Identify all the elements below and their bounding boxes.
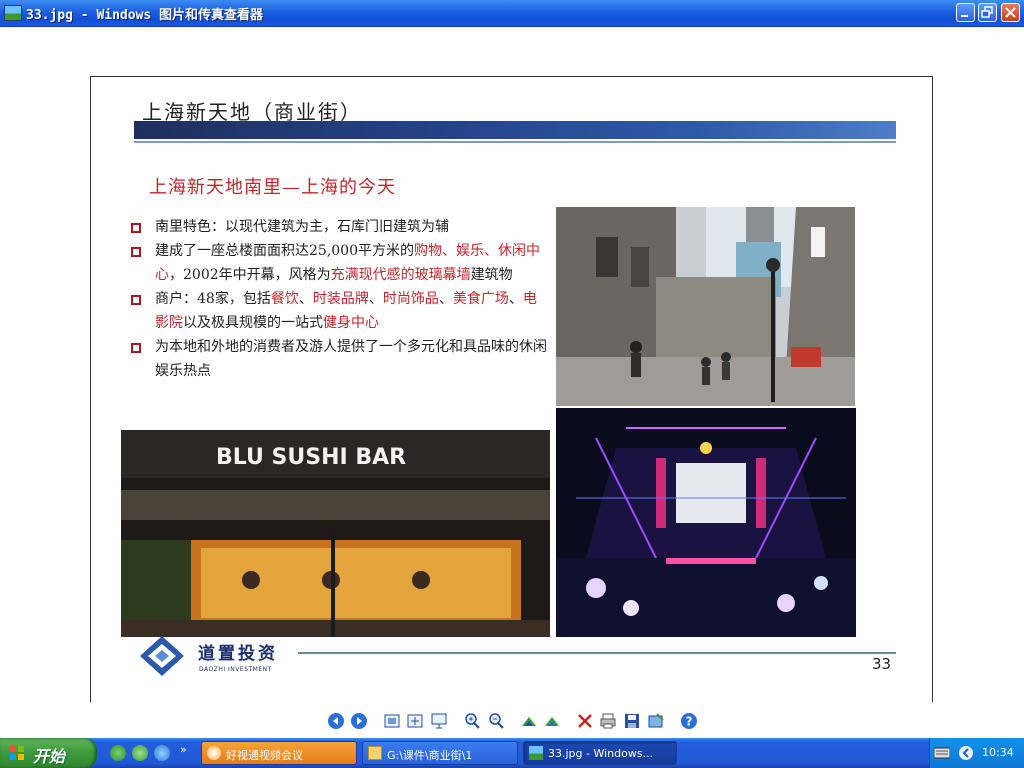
bullet-highlight-text: 餐饮 [270, 291, 299, 307]
bullet-item: 南里特色：以现代建筑为主，石库门旧建筑为辅 [128, 215, 548, 239]
delete-icon[interactable] [576, 712, 594, 730]
windows-flag-icon [10, 746, 24, 760]
bullet-text: 商户：48家，包括 [155, 291, 271, 307]
bullet-text: 、 [508, 291, 523, 307]
actual-size-icon[interactable] [406, 712, 424, 730]
help-icon[interactable]: ? [680, 712, 698, 730]
bullet-text: 建筑物 [470, 267, 513, 283]
night-stage-photo [556, 408, 856, 637]
quicklaunch-overflow-icon[interactable]: » [180, 743, 187, 756]
window-title: 33.jpg - Windows 图片和传真查看器 [26, 8, 264, 23]
bullet-square-icon [131, 343, 141, 353]
print-icon[interactable] [599, 712, 617, 730]
bullet-square-icon [131, 295, 141, 305]
minimize-icon [961, 15, 968, 17]
bullet-text: 以及极具规模的一站式 [183, 315, 323, 331]
slide-page-number: 33 [872, 655, 892, 673]
task-label: 好视通视频会议 [226, 749, 303, 762]
save-icon[interactable] [623, 712, 641, 730]
minimize-button[interactable] [956, 3, 975, 22]
street-scene-photo [556, 207, 855, 406]
task-picture-viewer[interactable]: 33.jpg - Windows... [523, 741, 677, 765]
title-rule-thin [134, 141, 896, 143]
edit-icon[interactable] [647, 712, 665, 730]
next-image-icon[interactable] [350, 712, 368, 730]
bullet-text: 、 [298, 291, 313, 307]
keyboard-icon[interactable] [934, 747, 950, 759]
footer-rule [298, 652, 896, 654]
svg-text:?: ? [686, 715, 693, 729]
bullet-highlight-text: 充满现代感的玻璃幕墙 [330, 267, 471, 283]
system-tray: 10:34 [929, 738, 1024, 768]
best-fit-icon[interactable] [383, 712, 401, 730]
company-name-cn: 道置投资 [198, 644, 278, 664]
daozhi-logo-icon [140, 636, 184, 676]
slide-image: 上海新天地（商业街） 上海新天地南里—上海的今天 南里特色：以现代建筑为主，石库… [90, 76, 933, 703]
rotate-counterclockwise-icon[interactable] [543, 712, 561, 730]
bullet-highlight-text: 美食广场 [452, 291, 509, 307]
sushi-bar-sign: BLU SUSHI BAR [216, 445, 406, 470]
bullet-text: 、 [438, 291, 453, 307]
bullet-highlight-text: 时尚饰品 [382, 291, 439, 307]
task-video-conference[interactable]: 好视通视频会议 [201, 741, 357, 765]
zoom-in-icon[interactable] [463, 712, 481, 730]
video-conference-app-icon [207, 746, 221, 760]
window-title-bar[interactable]: 33.jpg - Windows 图片和传真查看器 [0, 0, 1024, 27]
slideshow-icon[interactable] [430, 712, 448, 730]
bullet-text: 、 [368, 291, 383, 307]
folder-icon [368, 746, 382, 760]
quicklaunch-messenger-icon[interactable] [154, 745, 170, 761]
taskbar: 开始 » 好视通视频会议 G:\课件\商业街\1 33.jpg - Window… [0, 738, 1024, 768]
task-label: 33.jpg - Windows... [548, 747, 654, 760]
task-explorer-folder[interactable]: G:\课件\商业街\1 [362, 741, 518, 765]
sushi-bar-photo: BLU SUSHI BAR [121, 430, 550, 637]
start-button[interactable]: 开始 [0, 738, 97, 768]
picture-viewer-task-icon [529, 746, 543, 760]
bullet-list: 南里特色：以现代建筑为主，石库门旧建筑为辅 建成了一座总楼面面积达25,000平方… [128, 215, 548, 383]
previous-image-icon[interactable] [327, 712, 345, 730]
bullet-text: 南里特色：以现代建筑为主，石库门旧建筑为辅 [155, 219, 449, 235]
zoom-out-icon[interactable] [487, 712, 505, 730]
bullet-text: 建成了一座总楼面面积达25,000平方米的 [155, 243, 414, 259]
restore-icon [981, 6, 993, 18]
bullet-text: 为本地和外地的消费者及游人提供了一个多元化和具品味的休闲娱乐热点 [155, 339, 547, 379]
taskbar-clock: 10:34 [982, 746, 1014, 759]
quicklaunch-ie-icon[interactable] [110, 745, 126, 761]
image-viewer-canvas: 上海新天地（商业街） 上海新天地南里—上海的今天 南里特色：以现代建筑为主，石库… [0, 27, 1024, 703]
picture-viewer-app-icon [4, 5, 22, 21]
quicklaunch-media-icon[interactable] [132, 745, 148, 761]
bullet-square-icon [131, 223, 141, 233]
bullet-square-icon [131, 247, 141, 257]
close-icon [1005, 7, 1016, 18]
bullet-highlight-text: 时装品牌 [312, 291, 369, 307]
rotate-clockwise-icon[interactable] [520, 712, 538, 730]
bullet-item: 为本地和外地的消费者及游人提供了一个多元化和具品味的休闲娱乐热点 [128, 335, 548, 383]
bullet-item: 商户：48家，包括餐饮、时装品牌、时尚饰品、美食广场、电影院以及极具规模的一站式… [128, 287, 548, 335]
restore-button[interactable] [978, 3, 997, 22]
viewer-toolbar: ? [0, 702, 1024, 738]
start-label: 开始 [33, 747, 66, 766]
tray-expand-icon[interactable] [958, 745, 974, 761]
close-button[interactable] [1001, 3, 1020, 22]
slide-subtitle: 上海新天地南里—上海的今天 [149, 177, 396, 198]
company-name-en: DAOZHI INVESTMENT [199, 666, 272, 673]
bullet-text: ，2002年中开幕，风格为 [169, 267, 331, 283]
task-label: G:\课件\商业街\1 [387, 749, 473, 762]
bullet-item: 建成了一座总楼面面积达25,000平方米的购物、娱乐、休闲中心，2002年中开幕… [128, 239, 548, 287]
bullet-highlight-text: 健身中心 [323, 315, 379, 331]
title-rule [134, 121, 896, 139]
